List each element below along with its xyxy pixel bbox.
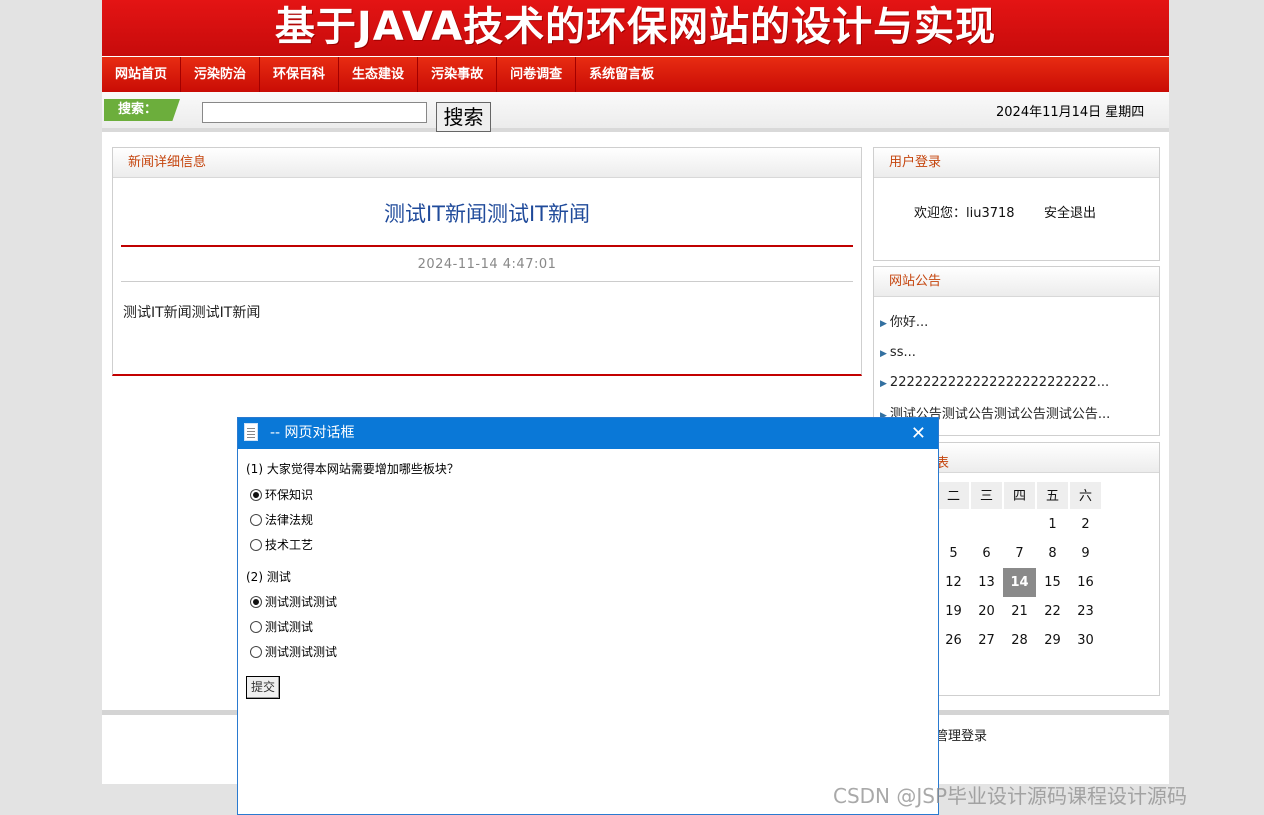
nav-home[interactable]: 网站首页 [102,57,182,92]
web-dialog: -- 网页对话框 ✕ (1) 大家觉得本网站需要增加哪些板块？ 环保知识 法律法… [237,417,939,815]
day-cell [937,510,970,539]
user-login-panel: 用户登录 欢迎您：liu3718 安全退出 [873,147,1160,261]
q2-option-2[interactable]: 测试测试 [250,618,313,635]
search-button[interactable]: 搜索 [436,102,491,132]
bullet-icon: ▶ [880,379,887,389]
bullet-icon: ▶ [880,349,887,359]
day-cell: 23 [1077,604,1094,619]
q2-option-1[interactable]: 测试测试测试 [250,593,337,610]
day-cell: 27 [978,633,995,648]
notice-item-label: 2222222222222222222222222... [889,375,1110,390]
q2-option-3[interactable]: 测试测试测试 [250,643,337,660]
q1-option-1[interactable]: 环保知识 [250,486,313,503]
radio[interactable] [250,513,262,526]
main-nav: 网站首页 污染防治 环保百科 生态建设 污染事故 问卷调查 系统留言板 [102,57,1169,92]
q1-option-2[interactable]: 法律法规 [250,511,313,528]
survey-question-1: (1) 大家觉得本网站需要增加哪些板块？ [246,462,459,476]
current-date: 2024年11月14日 星期四 [996,105,1145,120]
dialog-titlebar: -- 网页对话框 ✕ [238,418,938,449]
day-cell: 8 [1048,546,1057,561]
day-cell-today: 14 [1003,568,1036,597]
day-cell: 9 [1081,546,1090,561]
site-banner: 基于JAVA技术的环保网站的设计与实现 [102,0,1169,56]
nav-message-board[interactable]: 系统留言板 [576,57,667,92]
document-icon [244,423,258,441]
option-label: 测试测试测试 [265,645,338,659]
day-cell: 2 [1081,517,1090,532]
news-title: 测试IT新闻测试IT新闻 [383,202,591,226]
radio[interactable] [250,620,262,633]
login-panel-title: 用户登录 [874,148,1159,178]
q1-option-3[interactable]: 技术工艺 [250,536,313,553]
welcome-text: 欢迎您：liu3718 [914,206,1015,221]
notice-panel-title: 网站公告 [874,267,1159,297]
day-cell: 22 [1044,604,1061,619]
day-cell: 1 [1048,517,1057,532]
day-cell [970,510,1003,539]
option-label: 技术工艺 [265,538,314,552]
nav-survey[interactable]: 问卷调查 [497,57,577,92]
close-icon[interactable]: ✕ [911,418,926,449]
day-cell: 29 [1044,633,1061,648]
radio[interactable] [250,538,262,551]
weekday-cell: 三 [970,481,1003,510]
submit-button[interactable]: 提交 [246,676,280,699]
news-divider [121,245,853,247]
notice-item[interactable]: ▶ 2222222222222222222222222... [880,375,1109,390]
news-detail-panel: 新闻详细信息 测试IT新闻测试IT新闻 2024-11-14 4:47:01 测… [112,147,862,376]
day-cell: 5 [949,546,958,561]
day-cell: 26 [945,633,962,648]
day-cell: 19 [945,604,962,619]
admin-login-link[interactable]: 管理登录 [935,725,987,744]
nav-eco-construction[interactable]: 生态建设 [339,57,419,92]
search-bar: 搜索： 搜索 2024年11月14日 星期四 [102,92,1169,132]
site-title: 基于JAVA技术的环保网站的设计与实现 [274,4,997,50]
dialog-title: -- 网页对话框 [270,425,355,441]
search-input[interactable] [202,102,427,123]
search-tag: 搜索： [104,99,180,121]
weekday-cell: 四 [1003,481,1036,510]
option-label: 环保知识 [265,488,314,502]
watermark: CSDN @JSP毕业设计源码课程设计源码 [833,784,1188,808]
notice-item[interactable]: ▶ ss... [880,345,916,360]
bullet-icon: ▶ [880,319,887,329]
nav-pollution-control[interactable]: 污染防治 [181,57,261,92]
day-cell: 28 [1011,633,1028,648]
day-cell: 6 [982,546,991,561]
day-cell: 20 [978,604,995,619]
radio-checked[interactable] [250,595,262,608]
option-label: 法律法规 [265,513,314,527]
survey-question-2: (2) 测试 [246,570,291,584]
weekday-cell: 二 [937,481,970,510]
weekday-cell: 六 [1069,481,1102,510]
news-panel-title: 新闻详细信息 [113,148,861,178]
option-label: 测试测试 [265,620,314,634]
option-label: 测试测试测试 [265,595,338,609]
radio[interactable] [250,645,262,658]
news-divider-thin [121,281,853,282]
notice-item-label: ss... [889,345,916,360]
day-cell: 30 [1077,633,1094,648]
logout-link[interactable]: 安全退出 [1044,202,1096,221]
news-body: 测试IT新闻测试IT新闻 [123,305,261,321]
day-cell: 7 [1015,546,1024,561]
weekday-cell: 五 [1036,481,1069,510]
nav-eco-encyclopedia[interactable]: 环保百科 [260,57,340,92]
day-cell: 15 [1044,575,1061,590]
notice-panel: 网站公告 ▶ 你好... ▶ ss... ▶ 22222222222222222222… [873,266,1160,436]
day-cell: 13 [978,575,995,590]
news-datetime: 2024-11-14 4:47:01 [417,257,557,272]
nav-pollution-accidents[interactable]: 污染事故 [418,57,498,92]
notice-item[interactable]: ▶ 你好... [880,311,928,330]
notice-item-label: 你好... [889,315,929,330]
day-cell: 12 [945,575,962,590]
day-cell: 21 [1011,604,1028,619]
day-cell: 16 [1077,575,1094,590]
radio-checked[interactable] [250,488,262,501]
day-cell [1003,510,1036,539]
